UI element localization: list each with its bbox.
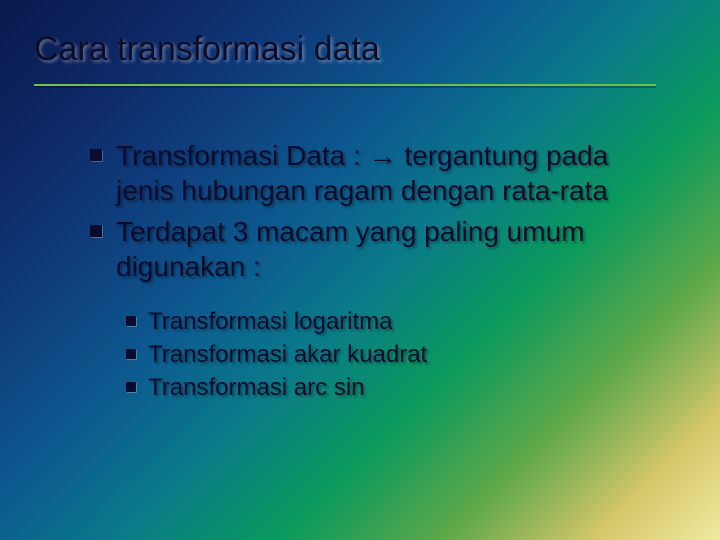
list-item: Terdapat 3 macam yang paling umum diguna… bbox=[90, 214, 670, 284]
slide-title: Cara transformasi data bbox=[34, 30, 380, 69]
list-item: Transformasi akar kuadrat bbox=[126, 339, 670, 370]
list-item: Transformasi logaritma bbox=[126, 306, 670, 337]
bullet-icon bbox=[90, 149, 102, 161]
sub-list: Transformasi logaritma Transformasi akar… bbox=[126, 306, 670, 404]
bullet-icon bbox=[126, 316, 136, 326]
content-area: Transformasi Data : → tergantung pada je… bbox=[90, 138, 670, 406]
sub-bullet-text: Transformasi akar kuadrat bbox=[148, 339, 427, 370]
sub-bullet-text: Transformasi logaritma bbox=[148, 306, 393, 337]
bullet-icon bbox=[90, 225, 102, 237]
list-item: Transformasi Data : → tergantung pada je… bbox=[90, 138, 670, 208]
list-item: Transformasi arc sin bbox=[126, 372, 670, 403]
bullet-icon bbox=[126, 349, 136, 359]
bullet-text: Terdapat 3 macam yang paling umum diguna… bbox=[116, 214, 670, 284]
title-underline bbox=[34, 84, 656, 86]
bullet-text: Transformasi Data : → tergantung pada je… bbox=[116, 138, 670, 208]
bullet-icon bbox=[126, 382, 136, 392]
sub-bullet-text: Transformasi arc sin bbox=[148, 372, 365, 403]
